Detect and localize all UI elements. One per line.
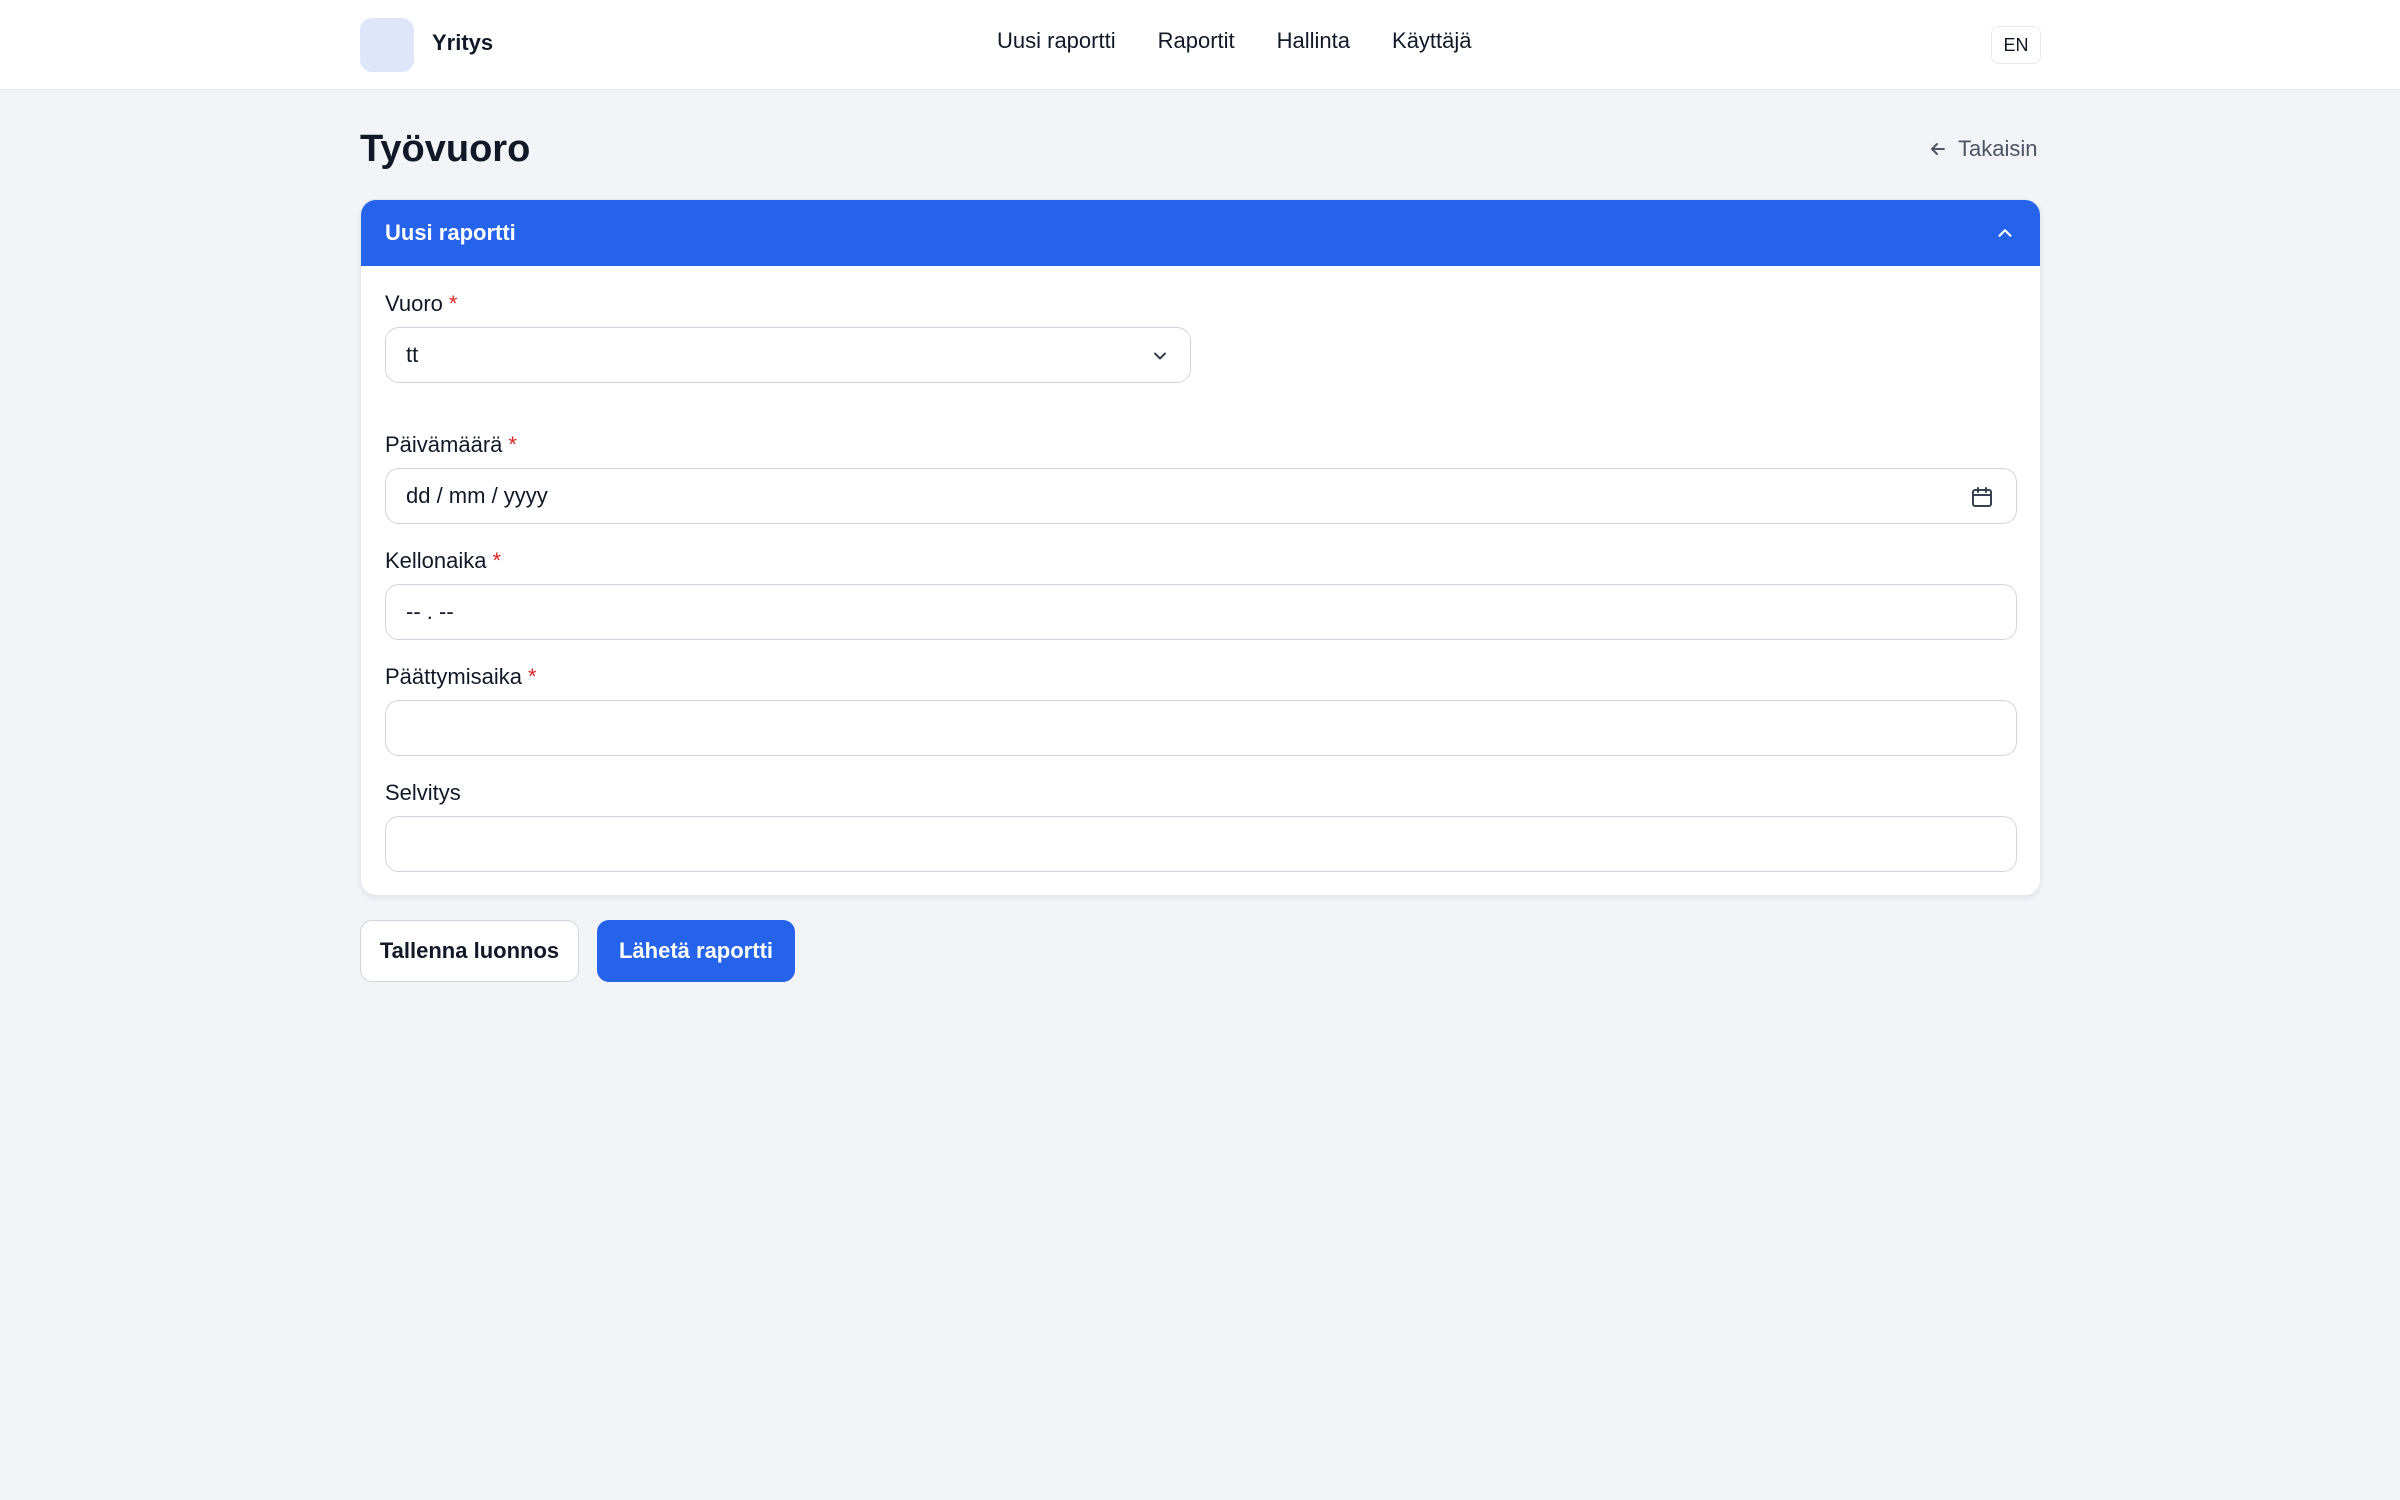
- explanation-input[interactable]: [385, 816, 2017, 872]
- required-marker: *: [508, 432, 517, 457]
- arrow-left-icon: [1931, 143, 1945, 155]
- shift-label: Vuoro *: [385, 291, 457, 317]
- top-navigation-bar: Yritys Uusi raportti Raportit Hallinta K…: [0, 0, 2400, 90]
- card-title: Uusi raportti: [385, 220, 516, 245]
- back-link[interactable]: Takaisin: [1928, 136, 2037, 162]
- shift-select[interactable]: tt: [385, 327, 1191, 383]
- nav-item-reports[interactable]: Raportit: [1158, 28, 1235, 54]
- time-input[interactable]: -- . --: [385, 584, 2017, 640]
- date-label: Päivämäärä *: [385, 432, 517, 458]
- time-input-placeholder: -- . --: [406, 599, 454, 624]
- nav-item-administration[interactable]: Hallinta: [1277, 28, 1350, 54]
- date-input[interactable]: dd / mm / yyyy: [385, 468, 2017, 524]
- card-header-collapse-toggle[interactable]: Uusi raportti: [361, 200, 2040, 266]
- nav-item-user[interactable]: Käyttäjä: [1392, 28, 1472, 54]
- submit-report-button[interactable]: Lähetä raportti: [597, 920, 795, 982]
- explanation-label-text: Selvitys: [385, 780, 461, 805]
- shift-select-value: tt: [406, 342, 419, 367]
- language-toggle-button[interactable]: EN: [1991, 26, 2041, 64]
- required-marker: *: [492, 548, 502, 573]
- required-marker: *: [448, 291, 458, 316]
- end-time-input[interactable]: [385, 700, 2017, 756]
- report-form-card: Uusi raportti Vuoro * tt Päivämäärä * dd /…: [360, 199, 2041, 896]
- time-label-text: Kellonaika: [385, 548, 487, 573]
- nav-item-new-report[interactable]: Uusi raportti: [997, 28, 1116, 54]
- date-label-text: Päivämäärä: [385, 432, 503, 457]
- logo[interactable]: [360, 18, 414, 72]
- end-time-label-text: Päättymisaika: [385, 664, 522, 689]
- time-label: Kellonaika *: [385, 548, 501, 574]
- shift-label-text: Vuoro: [385, 291, 443, 316]
- main-nav: Uusi raportti Raportit Hallinta Käyttäjä: [997, 28, 1472, 54]
- chevron-down-icon: [1154, 352, 1166, 360]
- save-draft-button[interactable]: Tallenna luonnos: [360, 920, 579, 982]
- date-input-placeholder: dd / mm / yyyy: [406, 483, 548, 508]
- page-title: Työvuoro: [360, 128, 531, 170]
- calendar-icon[interactable]: [1970, 485, 1994, 509]
- explanation-label: Selvitys: [385, 780, 461, 806]
- required-marker: *: [527, 664, 537, 689]
- end-time-label: Päättymisaika *: [385, 664, 537, 690]
- back-link-label: Takaisin: [1958, 136, 2038, 161]
- chevron-up-icon: [1998, 229, 2012, 237]
- brand-name[interactable]: Yritys: [432, 30, 493, 56]
